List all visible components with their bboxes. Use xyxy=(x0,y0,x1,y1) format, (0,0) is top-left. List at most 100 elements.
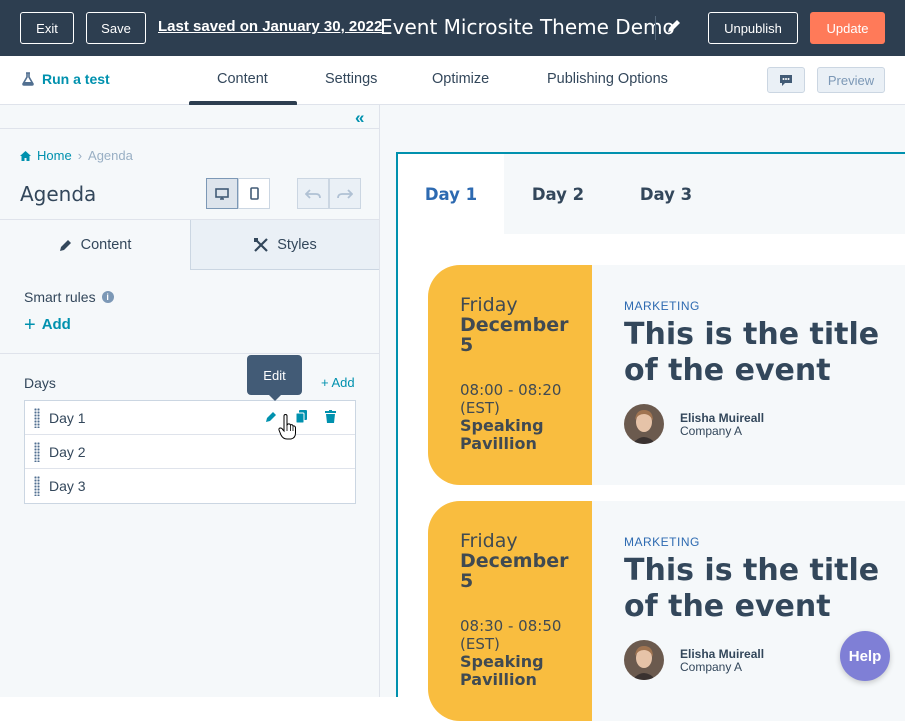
mobile-view-button[interactable] xyxy=(238,178,270,209)
speaker-name: Elisha Muireall xyxy=(680,647,765,661)
event-day-of-week: Friday xyxy=(460,294,518,316)
update-button[interactable]: Update xyxy=(810,12,885,44)
event-month: December xyxy=(460,550,569,572)
collapse-row: « xyxy=(0,105,379,129)
add-smart-rule-button[interactable]: + Add xyxy=(24,313,71,336)
breadcrumb: Home › Agenda xyxy=(20,148,133,163)
speaker-company: Company A xyxy=(680,424,743,438)
preview-button[interactable]: Preview xyxy=(817,67,885,93)
event-time-range: 08:30 - 08:50 xyxy=(460,617,562,635)
comment-icon xyxy=(780,74,792,86)
comments-button[interactable] xyxy=(767,67,805,93)
event-time-range: 08:00 - 08:20 xyxy=(460,381,562,399)
day-tab-2[interactable]: Day 2 xyxy=(504,154,612,234)
breadcrumb-home[interactable]: Home xyxy=(37,148,72,163)
mobile-icon xyxy=(249,187,259,200)
page-title: Event Microsite Theme Demo xyxy=(380,15,675,39)
event-location-line1: Speaking xyxy=(460,416,544,435)
desktop-view-button[interactable] xyxy=(206,178,238,209)
unpublish-button[interactable]: Unpublish xyxy=(708,12,798,44)
flask-icon xyxy=(22,72,34,86)
collapse-sidebar-icon[interactable]: « xyxy=(355,108,364,128)
event-location: Speaking Pavillion xyxy=(460,417,544,453)
day-tab-1[interactable]: Day 1 xyxy=(398,154,504,234)
plus-icon: + xyxy=(24,313,36,336)
drag-handle-icon[interactable] xyxy=(34,442,40,462)
event-date-panel: Friday December 5 08:30 - 08:50 (EST) Sp… xyxy=(428,501,592,721)
drag-handle-icon[interactable] xyxy=(34,408,40,428)
event-card[interactable]: Friday December 5 08:30 - 08:50 (EST) Sp… xyxy=(428,501,905,721)
event-time: 08:30 - 08:50 (EST) xyxy=(460,617,561,653)
speaker-avatar xyxy=(624,404,664,444)
info-icon[interactable]: i xyxy=(101,291,114,303)
device-toggle xyxy=(206,178,270,209)
subtab-content-label: Content xyxy=(80,237,132,253)
event-category: MARKETING xyxy=(624,299,700,313)
delete-trash-icon[interactable] xyxy=(325,410,336,423)
edit-pencil-icon[interactable] xyxy=(265,410,278,423)
sidebar-subtabs: Content Styles xyxy=(0,219,379,270)
event-month: December xyxy=(460,314,569,336)
days-list: Day 1 Day 2 Day 3 xyxy=(24,400,356,504)
event-location-line2: Pavillion xyxy=(460,670,537,689)
pencil-icon xyxy=(59,240,71,251)
add-day-button[interactable]: + Add xyxy=(321,375,355,390)
section-divider xyxy=(0,353,379,354)
speaker-name: Elisha Muireall xyxy=(680,411,765,425)
redo-icon xyxy=(337,188,353,199)
event-date: Friday December 5 xyxy=(460,531,568,591)
edit-tooltip: Edit xyxy=(247,355,302,401)
editor-nav: Run a test Content Settings Optimize Pub… xyxy=(0,56,905,106)
day-tabs: Day 1 Day 2 Day 3 xyxy=(398,154,905,234)
redo-button[interactable] xyxy=(329,178,361,209)
event-location-line1: Speaking xyxy=(460,652,544,671)
day-tab-3[interactable]: Day 3 xyxy=(612,154,720,234)
edit-title-pencil-icon[interactable] xyxy=(666,18,682,34)
event-day: 5 xyxy=(460,334,474,356)
tab-content[interactable]: Content xyxy=(217,71,268,87)
styles-tools-icon xyxy=(254,237,269,252)
breadcrumb-current: Agenda xyxy=(88,148,133,163)
home-icon xyxy=(20,150,31,161)
top-bar: Exit Save Last saved on January 30, 2022… xyxy=(0,0,905,56)
breadcrumb-separator: › xyxy=(77,148,83,163)
smart-rules-text: Smart rules xyxy=(24,289,96,305)
event-location-line2: Pavillion xyxy=(460,434,537,453)
event-category: MARKETING xyxy=(624,535,700,549)
help-button[interactable]: Help xyxy=(840,631,890,681)
module-heading: Agenda xyxy=(20,182,97,206)
event-time: 08:00 - 08:20 (EST) xyxy=(460,381,561,417)
speaker-company: Company A xyxy=(680,660,743,674)
smart-rules-label: Smart rules i xyxy=(24,289,114,305)
save-button[interactable]: Save xyxy=(86,12,146,44)
event-title: This is the title of the event xyxy=(624,553,880,624)
drag-handle-icon[interactable] xyxy=(34,476,40,496)
day-row-2[interactable]: Day 2 xyxy=(25,435,355,469)
run-a-test-link[interactable]: Run a test xyxy=(22,71,110,87)
subtab-content[interactable]: Content xyxy=(0,220,190,270)
event-day-of-week: Friday xyxy=(460,530,518,552)
run-a-test-label: Run a test xyxy=(42,71,110,87)
day-name: Day 2 xyxy=(49,444,86,460)
tab-optimize[interactable]: Optimize xyxy=(432,71,489,87)
day-row-3[interactable]: Day 3 xyxy=(25,469,355,503)
day-name: Day 1 xyxy=(49,410,86,426)
sidebar: « Home › Agenda Agenda Content Styles Sm… xyxy=(0,105,380,697)
subtab-styles[interactable]: Styles xyxy=(190,220,379,270)
event-card[interactable]: Friday December 5 08:00 - 08:20 (EST) Sp… xyxy=(428,265,905,485)
exit-button[interactable]: Exit xyxy=(20,12,74,44)
undo-redo-group xyxy=(297,178,361,209)
desktop-icon xyxy=(215,187,229,200)
tab-settings[interactable]: Settings xyxy=(325,71,377,87)
event-location: Speaking Pavillion xyxy=(460,653,544,689)
row-actions xyxy=(265,410,336,423)
title-divider xyxy=(655,16,656,40)
days-label: Days xyxy=(24,375,56,391)
event-day: 5 xyxy=(460,570,474,592)
event-date: Friday December 5 xyxy=(460,295,568,355)
last-saved-link[interactable]: Last saved on January 30, 2022 xyxy=(158,18,382,35)
event-timezone: (EST) xyxy=(460,399,500,417)
day-row-1[interactable]: Day 1 xyxy=(25,401,355,435)
undo-button[interactable] xyxy=(297,178,329,209)
tab-publishing-options[interactable]: Publishing Options xyxy=(547,71,668,87)
